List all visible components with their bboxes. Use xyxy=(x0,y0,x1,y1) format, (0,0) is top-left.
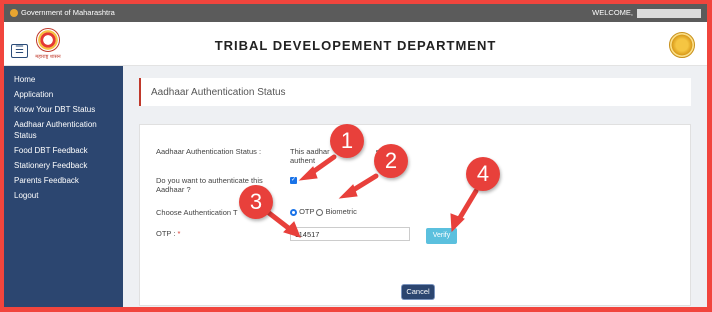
annotation-badge-2: 2 xyxy=(374,144,408,178)
annotation-badge-1: 1 xyxy=(330,124,364,158)
annotation-badge-3: 3 xyxy=(239,185,273,219)
arrow-4 xyxy=(455,188,479,224)
arrow-3 xyxy=(266,210,294,233)
page-frame: Government of Maharashtra WELCOME, ☰ महा… xyxy=(4,4,707,307)
annotation-badge-4: 4 xyxy=(466,157,500,191)
